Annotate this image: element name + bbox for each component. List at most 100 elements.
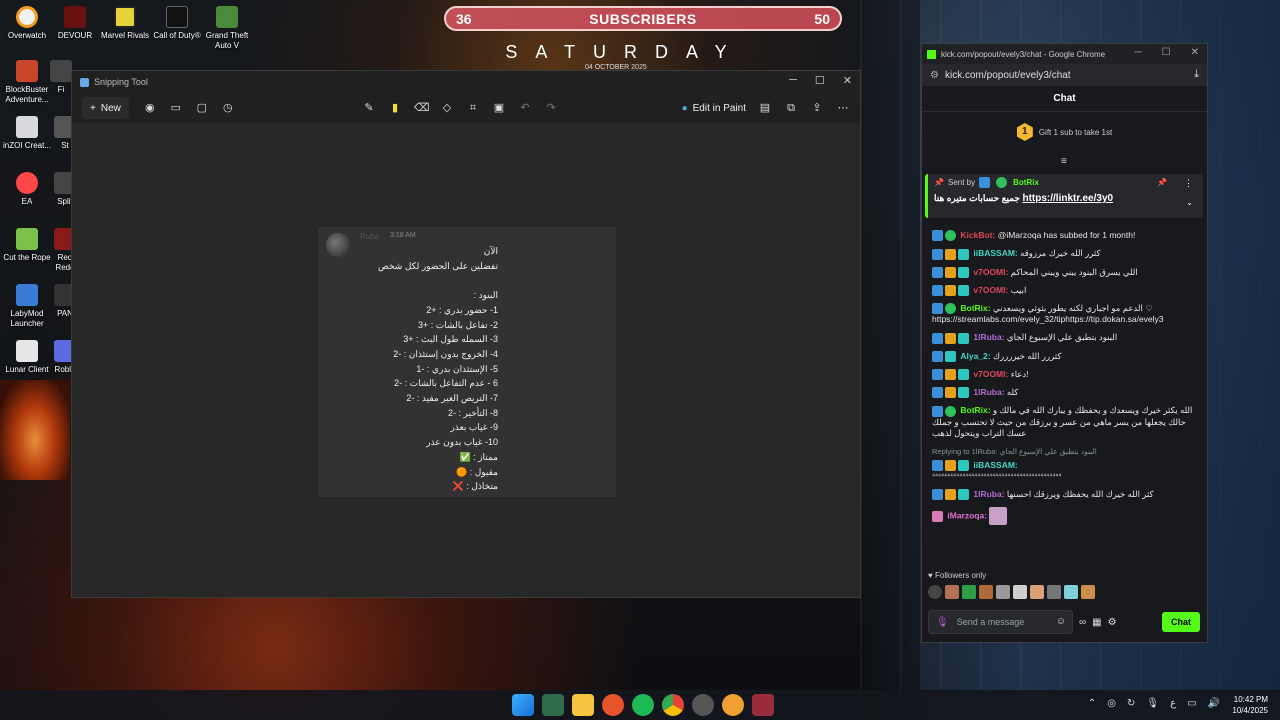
desktop-icon-overwatch[interactable]: Overwatch	[0, 6, 54, 41]
chrome-titlebar[interactable]: kick.com/popout/evely3/chat - Google Chr…	[922, 44, 1207, 64]
volume-icon[interactable]: 🔊	[1208, 698, 1220, 709]
emote-history-icon[interactable]	[928, 585, 942, 599]
chat-message[interactable]: v7OOMI: دعاء!	[932, 369, 1202, 380]
network-icon[interactable]: ▭	[1187, 698, 1196, 709]
desktop-icon-gta-v[interactable]: Grand Theft Auto V	[200, 6, 254, 51]
more-icon[interactable]: ⋯	[836, 101, 850, 115]
chat-message[interactable]: 1lRuba: البنود بتطبق علي الإسبوع الجاي	[932, 332, 1202, 344]
chat-username[interactable]: iiBASSAM:	[973, 248, 1017, 258]
xbox-icon[interactable]	[542, 694, 564, 716]
desktop-icon-call-of-duty[interactable]: Call of Duty®	[150, 6, 204, 41]
redo-icon[interactable]: ↷	[544, 101, 558, 115]
text-actions-icon[interactable]: ▣	[492, 101, 506, 115]
pen-icon[interactable]: ✎	[362, 101, 376, 115]
snipping-tool-window[interactable]: Snipping Tool ─ ☐ ✕ + New ◉ ▭ ▢ ◷ ✎ ▮ ⌫ …	[71, 70, 861, 598]
app-icon[interactable]	[722, 694, 744, 716]
snip-shape-icon[interactable]: ▢	[195, 101, 209, 115]
desktop-icon-devour[interactable]: DEVOUR	[48, 6, 102, 41]
microphone-icon[interactable]: 🎙	[936, 617, 949, 628]
minimize-icon[interactable]: ─	[1135, 47, 1142, 58]
chevron-up-icon[interactable]: ⌃	[1088, 698, 1096, 709]
settings-icon[interactable]: ⚙	[1108, 617, 1117, 628]
chat-username[interactable]: Alya_2:	[960, 351, 990, 361]
snipping-tool-taskbar-icon[interactable]	[752, 694, 774, 716]
eraser-icon[interactable]: ⌫	[414, 101, 430, 115]
emote-icon[interactable]	[1047, 585, 1061, 599]
emote-icon[interactable]	[1081, 585, 1095, 599]
emote-icon[interactable]	[1064, 585, 1078, 599]
camera-icon[interactable]: ◉	[143, 101, 157, 115]
message-input[interactable]: 🎙 Send a message ☺	[928, 610, 1073, 634]
obs-icon[interactable]	[692, 694, 714, 716]
maximize-icon[interactable]: ☐	[1162, 47, 1171, 58]
desktop-icon-lunar-client[interactable]: Lunar Client	[0, 340, 54, 375]
emote-icon[interactable]	[1013, 585, 1027, 599]
emote-icon[interactable]	[1030, 585, 1044, 599]
taskbar-clock[interactable]: 10:42 PM 10/4/2025	[1232, 694, 1268, 716]
share-icon[interactable]: ⇪	[810, 101, 824, 115]
chat-username[interactable]: BotRix:	[960, 303, 990, 313]
gift-icon[interactable]: ▦	[1092, 617, 1101, 628]
spotify-icon[interactable]	[632, 694, 654, 716]
chat-username[interactable]: v7OOMI:	[973, 369, 1008, 379]
send-chat-button[interactable]: Chat	[1162, 612, 1200, 632]
desktop-icon-labymod[interactable]: LabyMod Launcher	[0, 284, 54, 329]
tray-mic-icon[interactable]: 🎙	[1146, 698, 1159, 709]
language-icon[interactable]: ع	[1170, 698, 1176, 709]
emote-icon[interactable]	[962, 585, 976, 599]
chat-message[interactable]: iMarzoqa:	[932, 507, 1202, 525]
copy-icon[interactable]: ⧉	[784, 101, 798, 115]
timer-icon[interactable]: ◷	[221, 101, 235, 115]
chat-username[interactable]: 1lRuba:	[973, 387, 1004, 397]
chevron-down-icon[interactable]: ⌄	[1186, 198, 1193, 207]
chat-username[interactable]: iiBASSAM:	[973, 460, 1017, 470]
desktop-icon-marvel-rivals[interactable]: Marvel Rivals	[98, 6, 152, 41]
maximize-icon[interactable]: ☐	[815, 74, 825, 87]
chat-username[interactable]: v7OOMI:	[973, 285, 1008, 295]
start-icon[interactable]	[512, 694, 534, 716]
chat-username[interactable]: 1lRuba:	[973, 489, 1004, 499]
desktop-icon-inzoi[interactable]: inZOI Creat...	[0, 116, 54, 151]
chat-username[interactable]: KickBot:	[960, 230, 995, 240]
download-icon[interactable]: ⤓	[1194, 68, 1199, 81]
chat-message[interactable]: 1lRuba: كله	[932, 387, 1202, 399]
chat-message[interactable]: v7OOMI: اللي يسرق البنود يبني ويبني المح…	[932, 267, 1202, 278]
brave-icon[interactable]	[602, 694, 624, 716]
undo-icon[interactable]: ↶	[518, 101, 532, 115]
emote-icon[interactable]	[979, 585, 993, 599]
emoji-icon[interactable]: ☺	[1056, 616, 1066, 627]
edit-in-paint-button[interactable]: ● Edit in Paint	[682, 103, 746, 114]
pinned-message[interactable]: 📌 Sent by BotRix جميع حسابات متيره هنا h…	[925, 174, 1203, 218]
tray-sync-icon[interactable]: ↻	[1127, 698, 1135, 709]
chat-message[interactable]: Alya_2: كثررر الله خيررررك	[932, 351, 1202, 362]
emote-icon[interactable]	[945, 585, 959, 599]
chat-username[interactable]: iMarzoqa:	[947, 510, 987, 520]
close-icon[interactable]: ✕	[843, 74, 852, 87]
chat-username[interactable]: BotRix:	[960, 405, 990, 415]
chat-message[interactable]: iiBASSAM: كثرر الله خيرك مرزوقه	[932, 248, 1202, 260]
infinity-icon[interactable]: ∞	[1079, 617, 1086, 628]
chrome-chat-window[interactable]: kick.com/popout/evely3/chat - Google Chr…	[921, 43, 1208, 643]
more-options-icon[interactable]: ⋮	[1184, 178, 1193, 189]
file-explorer-icon[interactable]	[572, 694, 594, 716]
site-info-icon[interactable]: ⚙	[930, 70, 939, 81]
emote-icon[interactable]	[996, 585, 1010, 599]
new-snip-button[interactable]: + New	[82, 97, 129, 119]
save-icon[interactable]: ▤	[758, 101, 772, 115]
close-icon[interactable]: ✕	[1191, 47, 1199, 58]
pinned-link[interactable]: https://linktr.ee/3y0	[1022, 193, 1113, 204]
pin-icon[interactable]: 📌	[1157, 178, 1167, 187]
chat-message[interactable]: BotRix: الدعم مو اجباري لكنه يطور بثوثي …	[932, 303, 1202, 325]
desktop-icon-cut-the-rope[interactable]: Cut the Rope	[0, 228, 54, 263]
desktop-icon-ea[interactable]: EA	[0, 172, 54, 207]
chat-message[interactable]: KickBot: @iMarzoqa has subbed for 1 mont…	[932, 230, 1202, 242]
filter-icon[interactable]: ≡	[1061, 156, 1067, 167]
chat-message[interactable]: 1lRuba: كثر الله خيرك الله يحفظك ويرزقك …	[932, 489, 1202, 500]
chat-message[interactable]: BotRix: الله يكثر خيرك ويسعدك و يحفظك و …	[932, 405, 1202, 438]
crop-icon[interactable]: ⌗	[466, 101, 480, 115]
snipping-tool-titlebar[interactable]: Snipping Tool ─ ☐ ✕	[72, 71, 860, 93]
highlighter-icon[interactable]: ▮	[388, 101, 402, 115]
video-icon[interactable]: ▭	[169, 101, 183, 115]
chat-message[interactable]: v7OOMI: ابيب	[932, 285, 1202, 296]
tray-app-icon[interactable]: ◎	[1107, 698, 1116, 709]
